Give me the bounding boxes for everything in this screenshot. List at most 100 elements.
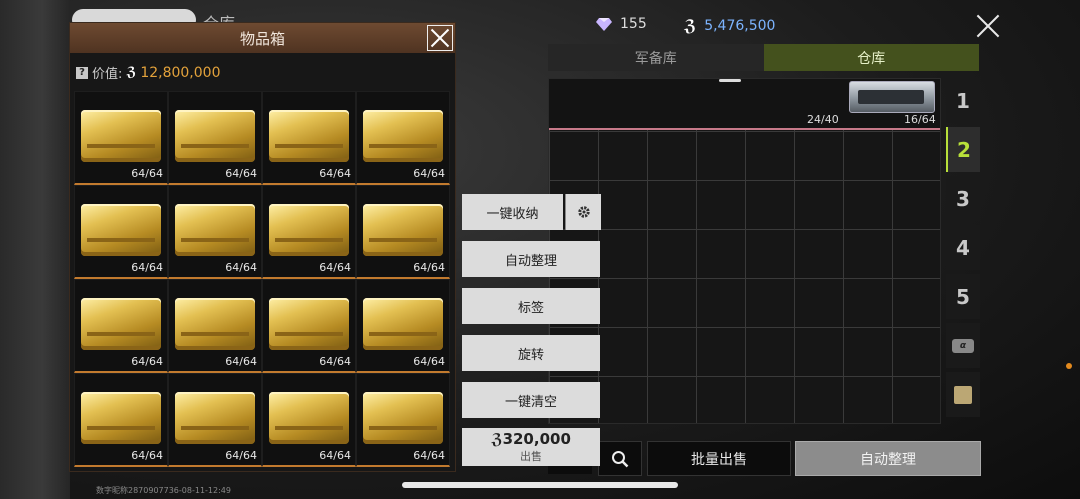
- page-tab-3[interactable]: 3: [946, 176, 980, 221]
- item-cell[interactable]: 64/64: [168, 91, 262, 185]
- warehouse-page-tabs: 1 2 3 4 5 α: [946, 78, 980, 421]
- sell-price: ℨ320,000: [462, 430, 600, 448]
- coin-count: 5,476,500: [704, 17, 776, 34]
- sell-price-value: 320,000: [502, 430, 571, 448]
- item-cell[interactable]: 64/64: [74, 185, 168, 279]
- gold-case-icon: [81, 392, 161, 444]
- tab-armory[interactable]: 军备库: [548, 44, 764, 71]
- gold-case-icon: [363, 392, 443, 444]
- item-count: 64/64: [225, 449, 257, 462]
- coin-icon: ℨ: [491, 430, 503, 448]
- item-count: 64/64: [319, 449, 351, 462]
- item-cell[interactable]: 64/64: [168, 185, 262, 279]
- item-partial: [719, 79, 741, 82]
- item-cell[interactable]: 64/64: [74, 279, 168, 373]
- alpha-card-icon: α: [952, 338, 974, 353]
- gold-case-icon: [81, 204, 161, 256]
- search-button[interactable]: [598, 441, 642, 476]
- item-cell[interactable]: 64/64: [262, 91, 356, 185]
- item-cell[interactable]: 64/64: [168, 373, 262, 467]
- item-box-title: 物品箱: [239, 29, 285, 48]
- diamond-icon: [596, 18, 612, 31]
- gold-case-icon: [81, 110, 161, 162]
- page-tab-1[interactable]: 1: [946, 78, 980, 123]
- item-box-value: ? 价值: ℨ 12,800,000: [76, 63, 220, 82]
- item-count: 64/64: [413, 355, 445, 368]
- item-cell[interactable]: 64/64: [356, 185, 450, 279]
- item-count: 64/64: [131, 167, 163, 180]
- item-count: 64/64: [413, 261, 445, 274]
- storage-count-1: 24/40: [807, 113, 839, 126]
- item-box-panel: 物品箱 ? 价值: ℨ 12,800,000 64/64 64/64 64/64 64…: [69, 22, 456, 472]
- item-cell[interactable]: 64/64: [74, 91, 168, 185]
- value-amount: 12,800,000: [140, 64, 221, 81]
- gold-case-icon: [175, 392, 255, 444]
- page-tab-gift[interactable]: [946, 372, 980, 417]
- close-window-icon[interactable]: [974, 12, 1002, 40]
- item-count: 64/64: [225, 261, 257, 274]
- item-cell[interactable]: 64/64: [356, 279, 450, 373]
- item-count: 64/64: [319, 261, 351, 274]
- gold-case-icon: [269, 298, 349, 350]
- home-indicator[interactable]: [402, 482, 678, 488]
- item-count: 64/64: [225, 167, 257, 180]
- storage-tabs: 军备库 仓库: [548, 44, 979, 71]
- value-label: 价值:: [92, 67, 123, 82]
- item-cell[interactable]: 64/64: [262, 185, 356, 279]
- gold-case-icon: [175, 204, 255, 256]
- search-icon: [612, 450, 629, 467]
- item-cell[interactable]: 64/64: [168, 279, 262, 373]
- sell-button[interactable]: ℨ320,000 出售: [462, 428, 600, 466]
- item-cell[interactable]: 64/64: [356, 91, 450, 185]
- item-cell[interactable]: 64/64: [262, 373, 356, 467]
- page-tab-4[interactable]: 4: [946, 225, 980, 270]
- gold-case-icon: [269, 392, 349, 444]
- warehouse-grid[interactable]: 24/40 16/64: [548, 78, 941, 424]
- help-icon[interactable]: ?: [76, 66, 88, 79]
- gold-case-icon: [363, 110, 443, 162]
- tag-button[interactable]: 标签: [462, 288, 600, 324]
- item-count: 64/64: [131, 355, 163, 368]
- gold-case-icon: [175, 298, 255, 350]
- item-cell[interactable]: 64/64: [262, 279, 356, 373]
- silver-case-item[interactable]: [849, 81, 935, 113]
- gem-count: 155: [620, 16, 647, 32]
- page-tab-2[interactable]: 2: [946, 127, 980, 172]
- gold-case-icon: [269, 204, 349, 256]
- coin-icon: ℨ: [684, 16, 697, 35]
- gem-balance: 155: [596, 16, 647, 32]
- item-cell[interactable]: 64/64: [356, 373, 450, 467]
- storage-divider: [549, 128, 940, 130]
- edge-dot: [1066, 363, 1072, 369]
- tab-warehouse[interactable]: 仓库: [763, 44, 979, 71]
- item-box-header: 物品箱: [70, 23, 455, 53]
- item-count: 64/64: [131, 261, 163, 274]
- item-count: 64/64: [131, 449, 163, 462]
- store-settings-button[interactable]: [565, 194, 601, 230]
- rotate-button[interactable]: 旋转: [462, 335, 600, 371]
- item-cell[interactable]: 64/64: [74, 373, 168, 467]
- coin-balance: ℨ 5,476,500: [684, 16, 775, 35]
- page-tab-alpha[interactable]: α: [946, 323, 980, 368]
- store-all-button[interactable]: 一键收纳: [462, 194, 563, 230]
- gold-case-icon: [81, 298, 161, 350]
- background-left: [0, 0, 70, 499]
- gold-case-icon: [269, 110, 349, 162]
- clear-all-button[interactable]: 一键清空: [462, 382, 600, 418]
- batch-sell-button[interactable]: 批量出售: [647, 441, 791, 476]
- auto-sort-button[interactable]: 自动整理: [462, 241, 600, 277]
- storage-count-2: 16/64: [904, 113, 936, 126]
- item-count: 64/64: [319, 167, 351, 180]
- item-count: 64/64: [319, 355, 351, 368]
- gold-case-icon: [175, 110, 255, 162]
- gold-case-icon: [363, 204, 443, 256]
- auto-sort-warehouse-button[interactable]: 自动整理: [795, 441, 981, 476]
- player-watermark: 数字昵称2870907736-08-11-12:49: [96, 486, 231, 495]
- item-count: 64/64: [225, 355, 257, 368]
- item-count: 64/64: [413, 449, 445, 462]
- gear-icon: [577, 206, 590, 218]
- close-icon[interactable]: [427, 25, 453, 51]
- sell-label: 出售: [520, 450, 542, 463]
- page-tab-5[interactable]: 5: [946, 274, 980, 319]
- gold-case-icon: [363, 298, 443, 350]
